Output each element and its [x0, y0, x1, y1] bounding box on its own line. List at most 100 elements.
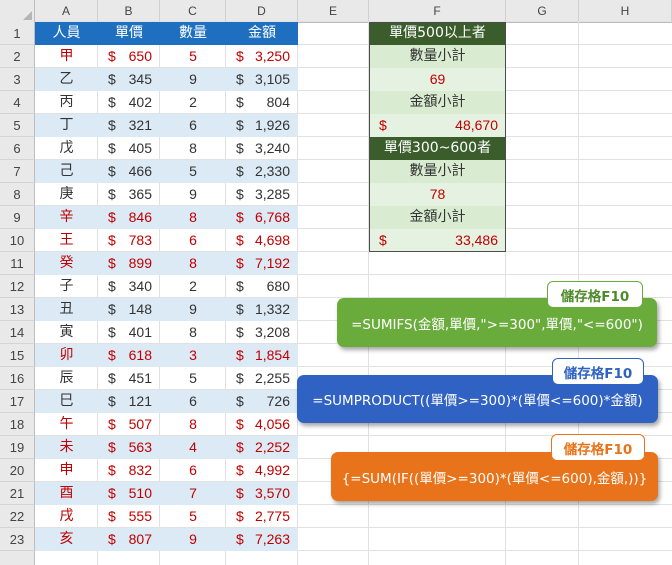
table-cell-qty[interactable]: 5: [160, 367, 226, 390]
table-cell-qty[interactable]: 5: [160, 505, 226, 528]
row-header-16[interactable]: 16: [0, 367, 35, 390]
summary-amount-label[interactable]: 金額小計: [369, 206, 506, 229]
table-cell-price[interactable]: $555: [98, 505, 160, 528]
table-cell-price[interactable]: $563: [98, 436, 160, 459]
table-cell-qty[interactable]: 6: [160, 229, 226, 252]
table-cell-amount[interactable]: $2,252: [226, 436, 298, 459]
table-cell-amount[interactable]: $7,263: [226, 528, 298, 551]
summary-amount-value[interactable]: $33,486: [369, 229, 506, 252]
table-cell-qty[interactable]: 9: [160, 528, 226, 551]
row-header-13[interactable]: 13: [0, 298, 35, 321]
table-cell-price[interactable]: $846: [98, 206, 160, 229]
row-header-11[interactable]: 11: [0, 252, 35, 275]
table-cell-amount[interactable]: $3,208: [226, 321, 298, 344]
table-cell-qty[interactable]: 6: [160, 390, 226, 413]
table-cell-price[interactable]: $345: [98, 68, 160, 91]
table-cell-name[interactable]: 王: [35, 229, 98, 252]
summary-qty-label[interactable]: 數量小計: [369, 45, 506, 68]
table-cell-name[interactable]: 酉: [35, 482, 98, 505]
table-cell-name[interactable]: 甲: [35, 45, 98, 68]
table-cell-amount[interactable]: $3,285: [226, 183, 298, 206]
table-cell-amount[interactable]: $4,698: [226, 229, 298, 252]
table-cell-amount[interactable]: $4,056: [226, 413, 298, 436]
column-header-g[interactable]: G: [506, 0, 579, 22]
table-cell-name[interactable]: 辛: [35, 206, 98, 229]
table-cell-name[interactable]: 丑: [35, 298, 98, 321]
row-header-7[interactable]: 7: [0, 160, 35, 183]
column-header-h[interactable]: H: [579, 0, 672, 22]
row-header-15[interactable]: 15: [0, 344, 35, 367]
table-cell-amount[interactable]: $1,926: [226, 114, 298, 137]
summary-title-price-500[interactable]: 單價500以上者: [369, 22, 506, 45]
table-cell-price[interactable]: $807: [98, 528, 160, 551]
column-header-f[interactable]: F: [369, 0, 506, 22]
summary-amount-value[interactable]: $48,670: [369, 114, 506, 137]
column-header-a[interactable]: A: [35, 0, 98, 22]
table-cell-amount[interactable]: $2,330: [226, 160, 298, 183]
table-cell-amount[interactable]: $2,255: [226, 367, 298, 390]
row-header-6[interactable]: 6: [0, 137, 35, 160]
row-header-5[interactable]: 5: [0, 114, 35, 137]
summary-qty-value[interactable]: 78: [369, 183, 506, 206]
column-header-d[interactable]: D: [226, 0, 298, 22]
row-header-3[interactable]: 3: [0, 68, 35, 91]
table-cell-qty[interactable]: 8: [160, 413, 226, 436]
table-cell-name[interactable]: 癸: [35, 252, 98, 275]
table-cell-price[interactable]: $321: [98, 114, 160, 137]
table-cell-qty[interactable]: 6: [160, 459, 226, 482]
table-cell-price[interactable]: $451: [98, 367, 160, 390]
table-cell-price[interactable]: $340: [98, 275, 160, 298]
table-cell-name[interactable]: 戊: [35, 137, 98, 160]
table-cell-name[interactable]: 己: [35, 160, 98, 183]
table-cell-qty[interactable]: 5: [160, 160, 226, 183]
table-cell-name[interactable]: 乙: [35, 68, 98, 91]
row-header-partial[interactable]: [0, 551, 35, 565]
table-cell-amount[interactable]: $804: [226, 91, 298, 114]
table-cell-name[interactable]: 申: [35, 459, 98, 482]
row-header-1[interactable]: 1: [0, 22, 35, 45]
table-cell-name[interactable]: 巳: [35, 390, 98, 413]
table-cell-amount[interactable]: $2,775: [226, 505, 298, 528]
table-cell-name[interactable]: 卯: [35, 344, 98, 367]
table-cell-price[interactable]: $783: [98, 229, 160, 252]
table-cell-qty[interactable]: 5: [160, 45, 226, 68]
table-cell-name[interactable]: 亥: [35, 528, 98, 551]
table-cell-qty[interactable]: 7: [160, 482, 226, 505]
table-cell-qty[interactable]: 2: [160, 91, 226, 114]
table-cell-qty[interactable]: 2: [160, 275, 226, 298]
row-header-19[interactable]: 19: [0, 436, 35, 459]
table-cell-qty[interactable]: 8: [160, 206, 226, 229]
table-header-4[interactable]: 金額: [226, 22, 298, 45]
table-cell-price[interactable]: $401: [98, 321, 160, 344]
row-header-4[interactable]: 4: [0, 91, 35, 114]
table-cell-price[interactable]: $402: [98, 91, 160, 114]
table-cell-price[interactable]: $507: [98, 413, 160, 436]
table-cell-amount[interactable]: $1,332: [226, 298, 298, 321]
table-cell-name[interactable]: 未: [35, 436, 98, 459]
table-cell-name[interactable]: 丙: [35, 91, 98, 114]
table-cell-price[interactable]: $832: [98, 459, 160, 482]
row-header-22[interactable]: 22: [0, 505, 35, 528]
table-cell-qty[interactable]: 8: [160, 321, 226, 344]
table-cell-price[interactable]: $618: [98, 344, 160, 367]
table-cell-price[interactable]: $650: [98, 45, 160, 68]
table-cell-amount[interactable]: $4,992: [226, 459, 298, 482]
table-cell-name[interactable]: 子: [35, 275, 98, 298]
table-cell-amount[interactable]: $3,570: [226, 482, 298, 505]
column-header-e[interactable]: E: [298, 0, 369, 22]
summary-qty-value[interactable]: 69: [369, 68, 506, 91]
table-cell-amount[interactable]: $1,854: [226, 344, 298, 367]
row-header-18[interactable]: 18: [0, 413, 35, 436]
row-header-21[interactable]: 21: [0, 482, 35, 505]
table-cell-amount[interactable]: $726: [226, 390, 298, 413]
table-cell-qty[interactable]: 9: [160, 298, 226, 321]
summary-title-price-300-600[interactable]: 單價300~600者: [369, 137, 506, 160]
table-cell-name[interactable]: 庚: [35, 183, 98, 206]
summary-qty-label[interactable]: 數量小計: [369, 160, 506, 183]
row-header-12[interactable]: 12: [0, 275, 35, 298]
table-header-2[interactable]: 單價: [98, 22, 160, 45]
table-cell-name[interactable]: 戌: [35, 505, 98, 528]
table-cell-amount[interactable]: $3,240: [226, 137, 298, 160]
table-cell-qty[interactable]: 9: [160, 183, 226, 206]
table-cell-name[interactable]: 辰: [35, 367, 98, 390]
